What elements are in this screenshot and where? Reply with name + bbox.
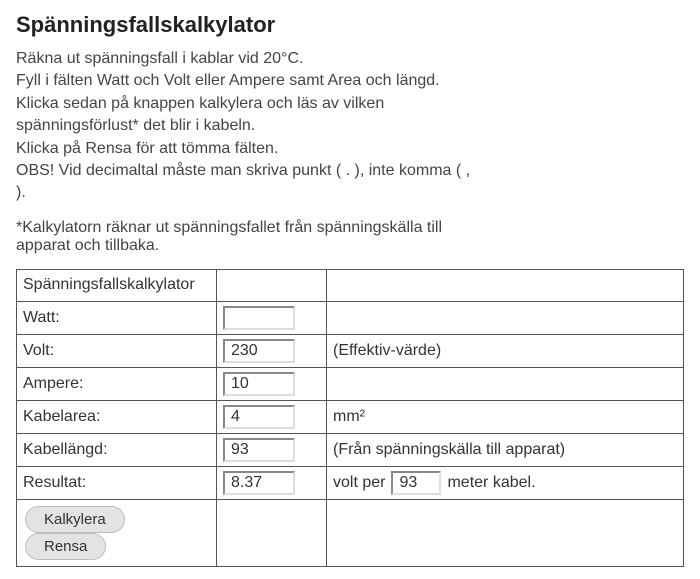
kabellangd-extra: (Från spänningskälla till apparat)	[327, 433, 684, 466]
ampere-label: Ampere:	[17, 367, 217, 400]
table-row: Kabelarea: mm²	[17, 400, 684, 433]
reset-button[interactable]: Rensa	[25, 533, 106, 560]
resultat-output[interactable]	[223, 471, 295, 495]
calculator-table: Spänningsfallskalkylator Watt: Volt: (Ef…	[16, 269, 684, 567]
intro-line: Räkna ut spänningsfall i kablar vid 20°C…	[16, 48, 476, 70]
resultat-label: Resultat:	[17, 466, 217, 499]
table-row: Volt: (Effektiv-värde)	[17, 334, 684, 367]
volt-extra: (Effektiv-värde)	[327, 334, 684, 367]
volt-input[interactable]	[223, 339, 295, 363]
resultat-suffix: meter kabel.	[447, 474, 535, 492]
intro-line: OBS! Vid decimaltal måste man skriva pun…	[16, 160, 476, 205]
intro-text: Räkna ut spänningsfall i kablar vid 20°C…	[16, 48, 476, 205]
ampere-input[interactable]	[223, 372, 295, 396]
calculate-button[interactable]: Kalkylera	[25, 506, 125, 533]
watt-extra	[327, 301, 684, 334]
page-title: Spänningsfallskalkylator	[16, 12, 684, 38]
table-empty-cell	[327, 499, 684, 566]
intro-line: Klicka sedan på knappen kalkylera och lä…	[16, 93, 476, 138]
resultat-length-output[interactable]	[391, 471, 441, 495]
watt-input[interactable]	[223, 306, 295, 330]
resultat-extra: volt per meter kabel.	[333, 471, 536, 495]
table-empty-cell	[217, 499, 327, 566]
table-row: Watt:	[17, 301, 684, 334]
resultat-prefix: volt per	[333, 474, 385, 492]
volt-label: Volt:	[17, 334, 217, 367]
table-header-row: Spänningsfallskalkylator	[17, 269, 684, 301]
kabelarea-extra: mm²	[327, 400, 684, 433]
table-empty-cell	[327, 269, 684, 301]
table-empty-cell	[217, 269, 327, 301]
table-row: Resultat: volt per meter kabel.	[17, 466, 684, 499]
watt-label: Watt:	[17, 301, 217, 334]
footnote-text: *Kalkylatorn räknar ut spänningsfallet f…	[16, 219, 456, 255]
intro-line: Klicka på Rensa för att tömma fälten.	[16, 138, 476, 160]
intro-line: Fyll i fälten Watt och Volt eller Ampere…	[16, 70, 476, 92]
ampere-extra	[327, 367, 684, 400]
table-header-cell: Spänningsfallskalkylator	[17, 269, 217, 301]
kabelarea-input[interactable]	[223, 405, 295, 429]
kabellangd-label: Kabellängd:	[17, 433, 217, 466]
kabellangd-input[interactable]	[223, 438, 295, 462]
kabelarea-label: Kabelarea:	[17, 400, 217, 433]
table-row: Kabellängd: (Från spänningskälla till ap…	[17, 433, 684, 466]
table-row: Ampere:	[17, 367, 684, 400]
button-row: Kalkylera Rensa	[17, 499, 684, 566]
